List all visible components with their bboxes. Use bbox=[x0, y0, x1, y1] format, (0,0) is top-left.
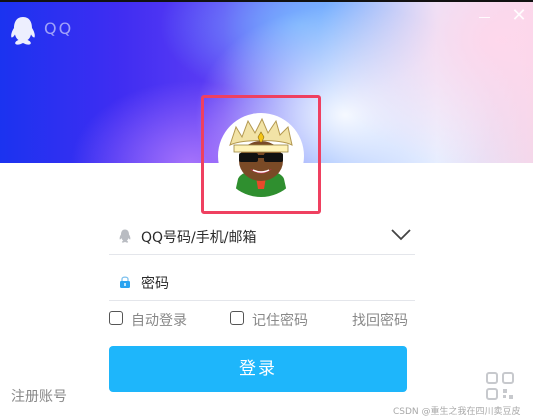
account-field[interactable]: QQ号码/手机/邮箱 bbox=[109, 218, 415, 255]
qr-code-icon[interactable] bbox=[486, 372, 514, 400]
checkbox-box[interactable] bbox=[230, 311, 244, 325]
find-password-link[interactable]: 找回密码 bbox=[352, 310, 408, 330]
close-icon: ✕ bbox=[511, 5, 527, 26]
app-title: QQ bbox=[44, 19, 74, 38]
watermark-text: CSDN @重生之我在四川卖豆皮 bbox=[393, 407, 521, 417]
password-input[interactable]: 密码 bbox=[141, 273, 169, 293]
password-field[interactable]: 密码 bbox=[109, 264, 415, 301]
remember-password-checkbox[interactable]: 记住密码 bbox=[230, 310, 320, 330]
login-button[interactable]: 登录 bbox=[109, 346, 407, 392]
register-account-link[interactable]: 注册账号 bbox=[11, 386, 67, 406]
minimize-button[interactable] bbox=[474, 6, 496, 28]
lock-icon bbox=[120, 276, 130, 288]
checkbox-box[interactable] bbox=[109, 311, 123, 325]
chevron-down-icon[interactable] bbox=[391, 229, 411, 241]
remember-password-label: 记住密码 bbox=[252, 313, 308, 329]
window-top-border bbox=[0, 0, 533, 2]
account-input[interactable]: QQ号码/手机/邮箱 bbox=[141, 227, 256, 247]
penguin-logo-icon bbox=[11, 17, 35, 45]
penguin-user-icon bbox=[119, 229, 131, 243]
avatar-highlight-box bbox=[201, 95, 321, 214]
auto-login-checkbox[interactable]: 自动登录 bbox=[109, 310, 199, 330]
qq-login-window: QQ ✕ QQ号码/手机/邮箱 密码 自动登录 记住密码 找回密码 登录 注册账… bbox=[0, 0, 533, 420]
auto-login-label: 自动登录 bbox=[131, 313, 187, 329]
close-button[interactable]: ✕ bbox=[508, 5, 530, 27]
